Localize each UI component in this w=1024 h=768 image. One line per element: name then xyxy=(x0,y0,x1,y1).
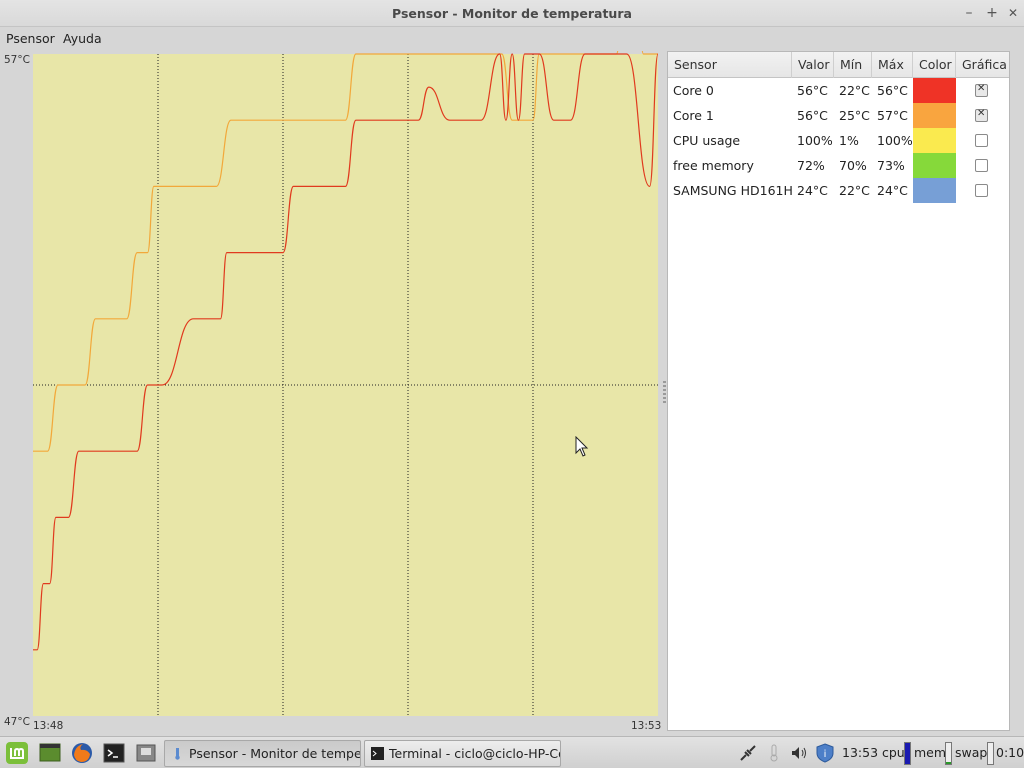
table-row[interactable]: SAMSUNG HD161HJ 24°C 22°C 24°C xyxy=(668,178,1009,203)
graph-checkbox[interactable] xyxy=(975,134,988,147)
maximize-button[interactable]: + xyxy=(983,4,1001,22)
cpu-label: cpu xyxy=(882,745,905,760)
sensor-value: 56°C xyxy=(797,83,828,98)
color-swatch[interactable] xyxy=(913,178,956,203)
sensor-value: 100% xyxy=(797,133,833,148)
column-header-grafica[interactable]: Gráfica xyxy=(956,52,1011,78)
color-swatch[interactable] xyxy=(913,103,956,128)
sensor-min: 1% xyxy=(839,133,859,148)
graph-canvas: 57°C 47°C 13:48 13:53 xyxy=(4,51,661,732)
table-row[interactable]: Core 1 56°C 25°C 57°C xyxy=(668,103,1009,128)
meter-fill xyxy=(946,761,951,764)
cpu-meter[interactable] xyxy=(904,742,911,765)
files-icon[interactable] xyxy=(134,741,158,765)
sensor-max: 100% xyxy=(877,133,913,148)
update-shield-icon[interactable]: i xyxy=(815,743,835,763)
color-swatch[interactable] xyxy=(913,153,956,178)
table-row[interactable]: free memory 72% 70% 73% xyxy=(668,153,1009,178)
column-header-max[interactable]: Máx xyxy=(872,52,913,78)
title-bar[interactable]: Psensor - Monitor de temperatura – + ✕ xyxy=(0,0,1024,27)
color-swatch[interactable] xyxy=(913,78,956,103)
temperature-graph: 57°C 47°C 13:48 13:53 xyxy=(0,51,662,736)
svg-text:i: i xyxy=(824,749,827,760)
sensor-min: 70% xyxy=(839,158,867,173)
menu-bar: Psensor Ayuda xyxy=(0,27,1024,51)
swap-label: swap xyxy=(955,745,988,760)
y-axis-min-label: 47°C xyxy=(4,716,30,728)
graph-checkbox[interactable] xyxy=(975,159,988,172)
mem-meter[interactable] xyxy=(945,742,952,765)
psensor-window: Psensor - Monitor de temperatura – + ✕ P… xyxy=(0,0,1024,736)
sensor-table: Sensor Valor Mín Máx Color Gráfica Core … xyxy=(667,51,1010,731)
task-terminal[interactable]: Terminal - ciclo@ciclo-HP-Co... xyxy=(364,740,561,767)
table-row[interactable]: Core 0 56°C 22°C 56°C xyxy=(668,78,1009,103)
column-header-color[interactable]: Color xyxy=(913,52,956,78)
graph-checkbox[interactable] xyxy=(975,108,988,122)
sensor-value: 56°C xyxy=(797,108,828,123)
color-swatch[interactable] xyxy=(913,128,956,153)
sensor-min: 25°C xyxy=(839,108,870,123)
sensor-max: 56°C xyxy=(877,83,908,98)
sensor-name: CPU usage xyxy=(673,133,741,148)
window-title: Psensor - Monitor de temperatura xyxy=(392,6,632,21)
volume-icon[interactable] xyxy=(789,743,809,763)
task-psensor[interactable]: Psensor - Monitor de temper... xyxy=(164,740,361,767)
sensor-name: free memory xyxy=(673,158,754,173)
uptime: 0:10 xyxy=(996,745,1024,760)
y-axis-max-label: 57°C xyxy=(4,54,30,66)
sensor-max: 73% xyxy=(877,158,905,173)
column-header-sensor[interactable]: Sensor xyxy=(668,52,792,78)
swap-meter[interactable] xyxy=(987,742,994,765)
firefox-icon[interactable] xyxy=(70,741,94,765)
splitter-grip-icon xyxy=(663,381,666,405)
network-icon[interactable] xyxy=(738,743,758,763)
clock[interactable]: 13:53 xyxy=(842,745,878,760)
column-header-min[interactable]: Mín xyxy=(834,52,872,78)
graph-checkbox[interactable] xyxy=(975,184,988,197)
task-label: Terminal - ciclo@ciclo-HP-Co... xyxy=(389,746,561,761)
sensor-value: 24°C xyxy=(797,183,828,198)
mouse-cursor-icon xyxy=(575,436,589,457)
thermometer-icon xyxy=(175,748,180,760)
show-desktop-icon[interactable] xyxy=(38,741,62,765)
column-header-valor[interactable]: Valor xyxy=(792,52,834,78)
graph-checkbox[interactable] xyxy=(975,83,988,97)
sensor-min: 22°C xyxy=(839,83,870,98)
minimize-button[interactable]: – xyxy=(960,4,978,22)
thermometer-icon[interactable] xyxy=(764,743,784,763)
mem-label: mem xyxy=(914,745,947,760)
sensor-min: 22°C xyxy=(839,183,870,198)
task-label: Psensor - Monitor de temper... xyxy=(189,746,361,761)
sensor-name: SAMSUNG HD161HJ xyxy=(673,183,792,198)
menu-ayuda[interactable]: Ayuda xyxy=(57,29,108,48)
sensor-max: 57°C xyxy=(877,108,908,123)
sensor-max: 24°C xyxy=(877,183,908,198)
sensor-name: Core 1 xyxy=(673,108,714,123)
mint-menu-icon[interactable] xyxy=(5,741,29,765)
sensor-name: Core 0 xyxy=(673,83,714,98)
taskbar: Psensor - Monitor de temper... Terminal … xyxy=(0,736,1024,768)
table-row[interactable]: CPU usage 100% 1% 100% xyxy=(668,128,1009,153)
sensor-value: 72% xyxy=(797,158,825,173)
meter-fill xyxy=(905,743,910,764)
close-button[interactable]: ✕ xyxy=(1004,4,1022,22)
x-axis-start-label: 13:48 xyxy=(33,720,63,732)
menu-psensor[interactable]: Psensor xyxy=(0,29,61,48)
terminal-icon xyxy=(371,747,384,760)
terminal-icon[interactable] xyxy=(102,741,126,765)
table-header: Sensor Valor Mín Máx Color Gráfica xyxy=(668,52,1009,78)
x-axis-end-label: 13:53 xyxy=(631,720,661,732)
